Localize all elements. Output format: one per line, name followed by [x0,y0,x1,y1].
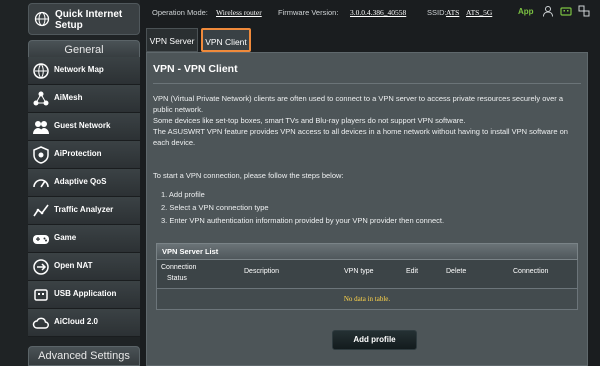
network-map-icon [33,63,49,79]
sidebar-item-label: AiCloud 2.0 [54,317,99,326]
status-bar: Operation Mode: Wireless router Firmware… [140,0,600,22]
description-line-1: VPN (Virtual Private Network) clients ar… [153,94,564,103]
operation-mode-link[interactable]: Wireless router [216,8,262,17]
sidebar-item-label: Adaptive QoS [54,177,107,186]
sidebar-item-label: AiProtection [54,149,102,158]
ssid-link-2[interactable]: ATS_5G [466,8,492,17]
quick-setup-line1: Quick Internet [55,9,123,20]
network-status-icon[interactable] [578,5,590,17]
description-line-2: public network. [153,105,204,114]
col-vpn-type: VPN type [344,268,374,275]
tab-vpn-server[interactable]: VPN Server [146,28,198,52]
traffic-analyzer-icon [33,204,49,217]
sidebar-item-guest-network[interactable]: Guest Network [28,113,140,141]
user-icon[interactable] [542,5,554,17]
vpn-server-list-header: VPN Server List [156,243,578,260]
ssid-label: SSID: [427,8,447,17]
sidebar-item-usb-application[interactable]: USB Application [28,281,140,309]
sidebar-item-label: AiMesh [54,93,83,102]
sidebar-item-label: USB Application [54,289,117,298]
globe-icon [34,11,50,27]
col-connection-status-2: Status [167,275,187,282]
sidebar: Quick Internet Setup General Network Map… [0,0,140,366]
step-2: 2. Select a VPN connection type [161,203,269,212]
aimesh-icon [33,91,49,106]
open-nat-icon [33,259,49,275]
step-3: 3. Enter VPN authentication information … [161,216,445,225]
firmware-version-link[interactable]: 3.0.0.4.386_40558 [350,8,406,17]
vpn-server-list-columns: Connection Status Description VPN type E… [156,260,578,288]
col-edit: Edit [406,268,419,275]
sidebar-item-label: Guest Network [54,121,111,130]
sidebar-item-adaptive-qos[interactable]: Adaptive QoS [28,169,140,197]
page-title: VPN - VPN Client [153,63,238,75]
sidebar-item-label: Traffic Analyzer [54,205,114,214]
sidebar-item-label: Game [54,233,77,242]
app-link[interactable]: App [518,7,534,16]
col-connection: Connection [513,268,549,275]
sidebar-item-label: Network Map [54,65,104,74]
speedometer-icon [33,179,49,188]
sidebar-item-network-map[interactable]: Network Map [28,57,140,85]
description-line-4: The ASUSWRT VPN feature provides VPN acc… [153,127,568,136]
quick-internet-setup-button[interactable]: Quick Internet Setup [28,3,140,35]
vpn-client-panel: VPN - VPN Client VPN (Virtual Private Ne… [146,52,588,366]
sidebar-item-game[interactable]: Game [28,225,140,253]
sidebar-item-aimesh[interactable]: AiMesh [28,85,140,113]
sidebar-item-aiprotection[interactable]: AiProtection [28,141,140,169]
col-description: Description [244,268,280,275]
advanced-settings-header: Advanced Settings [28,346,140,366]
operation-mode-label: Operation Mode: [152,8,208,17]
tab-vpn-client[interactable]: VPN Client [201,28,251,52]
gamepad-icon [33,235,49,244]
col-connection-status-1: Connection [161,264,197,271]
col-delete: Delete [446,268,467,275]
cloud-icon [32,317,49,329]
sidebar-item-label: Open NAT [54,261,93,270]
sidebar-menu: Network Map AiMesh Guest Network AiProte… [28,57,140,337]
quick-setup-line2: Setup [55,20,83,31]
shield-icon [33,146,49,164]
guest-network-icon [33,121,49,134]
description-line-3: Some devices like set-top boxes, smart T… [153,116,466,125]
sidebar-item-aicloud[interactable]: AiCloud 2.0 [28,309,140,337]
description-line-5: each device. [153,138,196,147]
quick-setup-label: Quick Internet Setup [55,9,122,31]
steps-intro: To start a VPN connection, please follow… [153,171,344,180]
usb-status-icon[interactable] [560,5,572,17]
title-divider [153,83,581,84]
step-1: 1. Add profile [161,190,205,199]
firmware-label: Firmware Version: [278,8,339,17]
ssid-link-1[interactable]: ATS [446,8,459,17]
usb-icon [34,289,48,301]
add-profile-button[interactable]: Add profile [332,330,417,350]
sidebar-item-traffic-analyzer[interactable]: Traffic Analyzer [28,197,140,225]
table-empty-message: No data in table. [156,288,578,310]
sidebar-item-open-nat[interactable]: Open NAT [28,253,140,281]
